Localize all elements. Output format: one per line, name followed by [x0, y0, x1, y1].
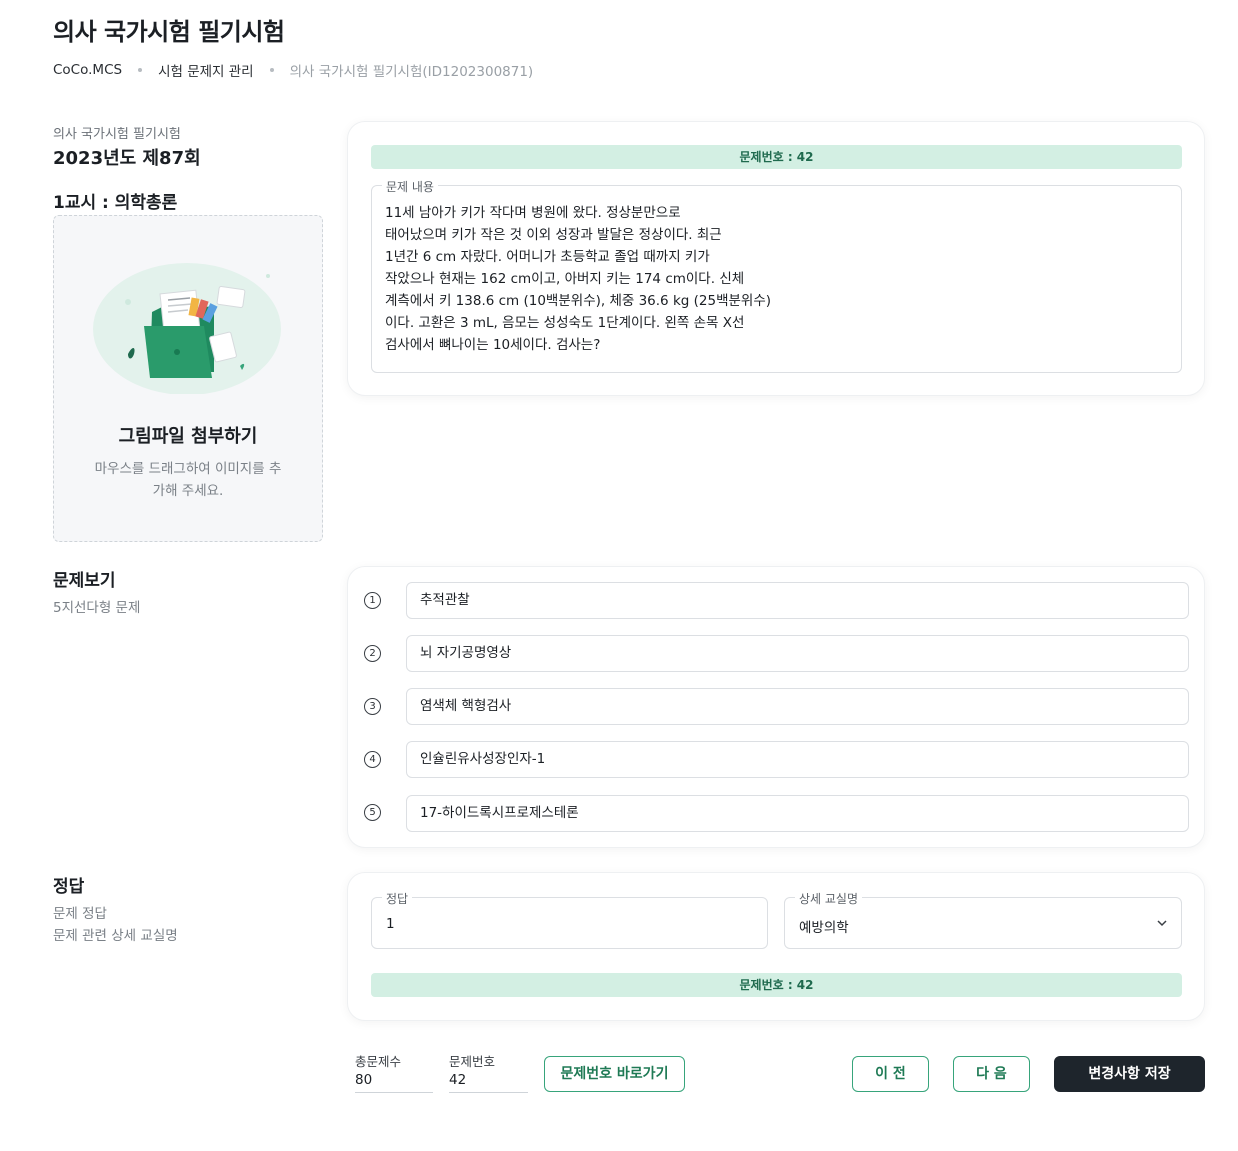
breadcrumb-separator [269, 68, 274, 72]
choice-number-1: 1 [364, 592, 381, 609]
save-changes-button[interactable]: 변경사항 저장 [1054, 1056, 1205, 1092]
breadcrumb: CoCo.MCS 시험 문제지 관리 의사 국가시험 필기시험(ID120230… [53, 60, 533, 80]
breadcrumb-home[interactable]: CoCo.MCS [53, 62, 122, 78]
folder-illustration-icon [93, 263, 281, 394]
choices-section-title: 문제보기 [53, 571, 116, 591]
answer-card: 정답 1 상세 교실명 예방의학 문제번호 : 42 [347, 872, 1205, 1021]
prev-button[interactable]: 이 전 [852, 1056, 929, 1092]
exam-name: 의사 국가시험 필기시험 [53, 127, 181, 142]
breadcrumb-current: 의사 국가시험 필기시험(ID1202300871) [289, 64, 534, 80]
question-content-field[interactable]: 문제 내용 11세 남아가 키가 작다며 병원에 왔다. 정상분만으로 태어났으… [371, 178, 1182, 373]
department-label: 상세 교실명 [795, 890, 863, 907]
choice-input-5[interactable]: 17-하이드록시프로제스테론 [406, 795, 1189, 832]
total-questions-label: 총문제수 [355, 1054, 402, 1069]
answer-label: 정답 [382, 890, 413, 907]
choices-section-description: 5지선다형 문제 [53, 600, 141, 616]
page-title: 의사 국가시험 필기시험 [53, 18, 285, 46]
choice-number-3: 3 [364, 698, 381, 715]
choice-input-4[interactable]: 인슐린유사성장인자-1 [406, 741, 1189, 778]
choice-input-2[interactable]: 뇌 자기공명영상 [406, 635, 1189, 672]
choice-input-3[interactable]: 염색체 핵형검사 [406, 688, 1189, 725]
answer-section-description-detail: 문제 관련 상세 교실명 [53, 928, 178, 944]
answer-section-title: 정답 [53, 877, 85, 897]
choice-number-4: 4 [364, 751, 381, 768]
next-button[interactable]: 다 음 [953, 1056, 1030, 1092]
exam-year-round: 2023년도 제87회 [53, 148, 201, 169]
question-card: 문제번호 : 42 문제 내용 11세 남아가 키가 작다며 병원에 왔다. 정… [347, 121, 1205, 396]
exam-period: 1교시 : 의학총론 [53, 193, 178, 213]
chevron-down-icon [1157, 920, 1167, 927]
department-value: 예방의학 [799, 920, 849, 936]
question-number-input[interactable]: 42 [449, 1072, 528, 1093]
answer-question-number-bar: 문제번호 : 42 [371, 973, 1182, 997]
department-select[interactable]: 상세 교실명 예방의학 [784, 890, 1182, 949]
total-questions-value: 80 [355, 1072, 433, 1093]
choice-number-2: 2 [364, 645, 381, 662]
upload-title: 그림파일 첨부하기 [118, 426, 258, 447]
answer-value: 1 [386, 916, 395, 932]
question-content-text[interactable]: 11세 남아가 키가 작다며 병원에 왔다. 정상분만으로 태어났으며 키가 작… [385, 202, 805, 356]
breadcrumb-separator [138, 68, 143, 72]
choice-input-1[interactable]: 추적관찰 [406, 582, 1189, 619]
answer-field[interactable]: 정답 1 [371, 890, 768, 949]
image-upload-dropzone[interactable]: 그림파일 첨부하기 마우스를 드래그하여 이미지를 추가해 주세요. [53, 215, 323, 542]
question-number-bar: 문제번호 : 42 [371, 145, 1182, 169]
breadcrumb-exam-management[interactable]: 시험 문제지 관리 [158, 60, 254, 80]
answer-section-description: 문제 정답 [53, 906, 107, 922]
choice-number-5: 5 [364, 804, 381, 821]
question-number-label: 문제번호 [449, 1054, 496, 1069]
question-content-label: 문제 내용 [382, 178, 438, 195]
upload-description: 마우스를 드래그하여 이미지를 추가해 주세요. [94, 461, 282, 499]
goto-question-button[interactable]: 문제번호 바로가기 [544, 1056, 685, 1092]
